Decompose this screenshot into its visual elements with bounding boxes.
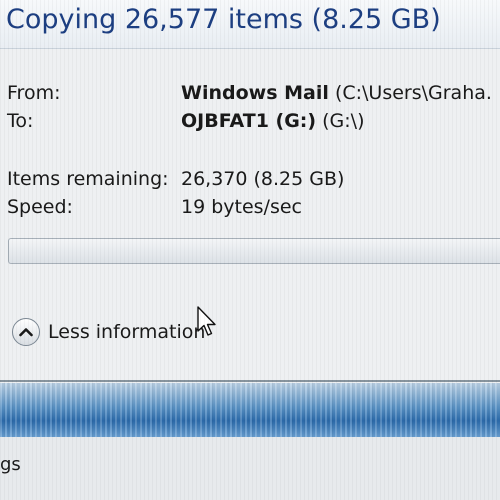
to-label: To: (7, 110, 34, 132)
less-information-label[interactable]: Less information (48, 321, 205, 343)
less-information-toggle[interactable]: Less information (12, 312, 272, 352)
footer-partial-text: gs (0, 454, 21, 475)
to-value: OJBFAT1 (G:) (G:\) (181, 110, 365, 132)
items-remaining-label: Items remaining: (7, 168, 169, 190)
from-value: Windows Mail (C:\Users\Graha. (181, 82, 492, 104)
speed-value: 19 bytes/sec (181, 196, 302, 218)
items-remaining-value: 26,370 (8.25 GB) (181, 168, 345, 190)
footer-separator (0, 380, 500, 382)
copy-progress-bar (8, 238, 500, 264)
chevron-up-icon[interactable] (12, 318, 40, 346)
to-destination-path: (G:\) (322, 110, 365, 132)
speed-label: Speed: (7, 196, 73, 218)
dialog-title-bar: Copying 26,577 items (8.25 GB) (0, 0, 500, 49)
from-source-path: (C:\Users\Graha. (334, 82, 492, 104)
from-source-name[interactable]: Windows Mail (181, 82, 329, 104)
mouse-pointer-icon (197, 306, 217, 344)
from-label: From: (7, 82, 61, 104)
footer-band (0, 383, 500, 437)
dialog-title: Copying 26,577 items (8.25 GB) (6, 4, 441, 35)
bottom-panel (0, 437, 500, 500)
to-destination-name[interactable]: OJBFAT1 (G:) (181, 110, 316, 132)
